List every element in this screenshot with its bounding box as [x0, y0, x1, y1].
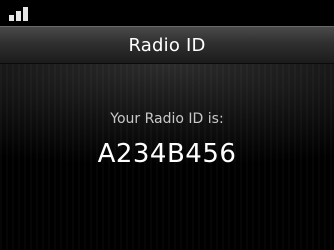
content-area: Your Radio ID is: A234B456: [0, 64, 334, 250]
status-bar: [0, 0, 334, 26]
radio-screen: Radio ID Your Radio ID is: A234B456: [0, 0, 334, 250]
radio-id-value: A234B456: [97, 139, 237, 169]
title-bar: Radio ID: [0, 26, 334, 64]
radio-id-label: Your Radio ID is:: [110, 111, 224, 127]
page-title: Radio ID: [128, 35, 206, 56]
signal-strength-icon: [9, 7, 33, 21]
